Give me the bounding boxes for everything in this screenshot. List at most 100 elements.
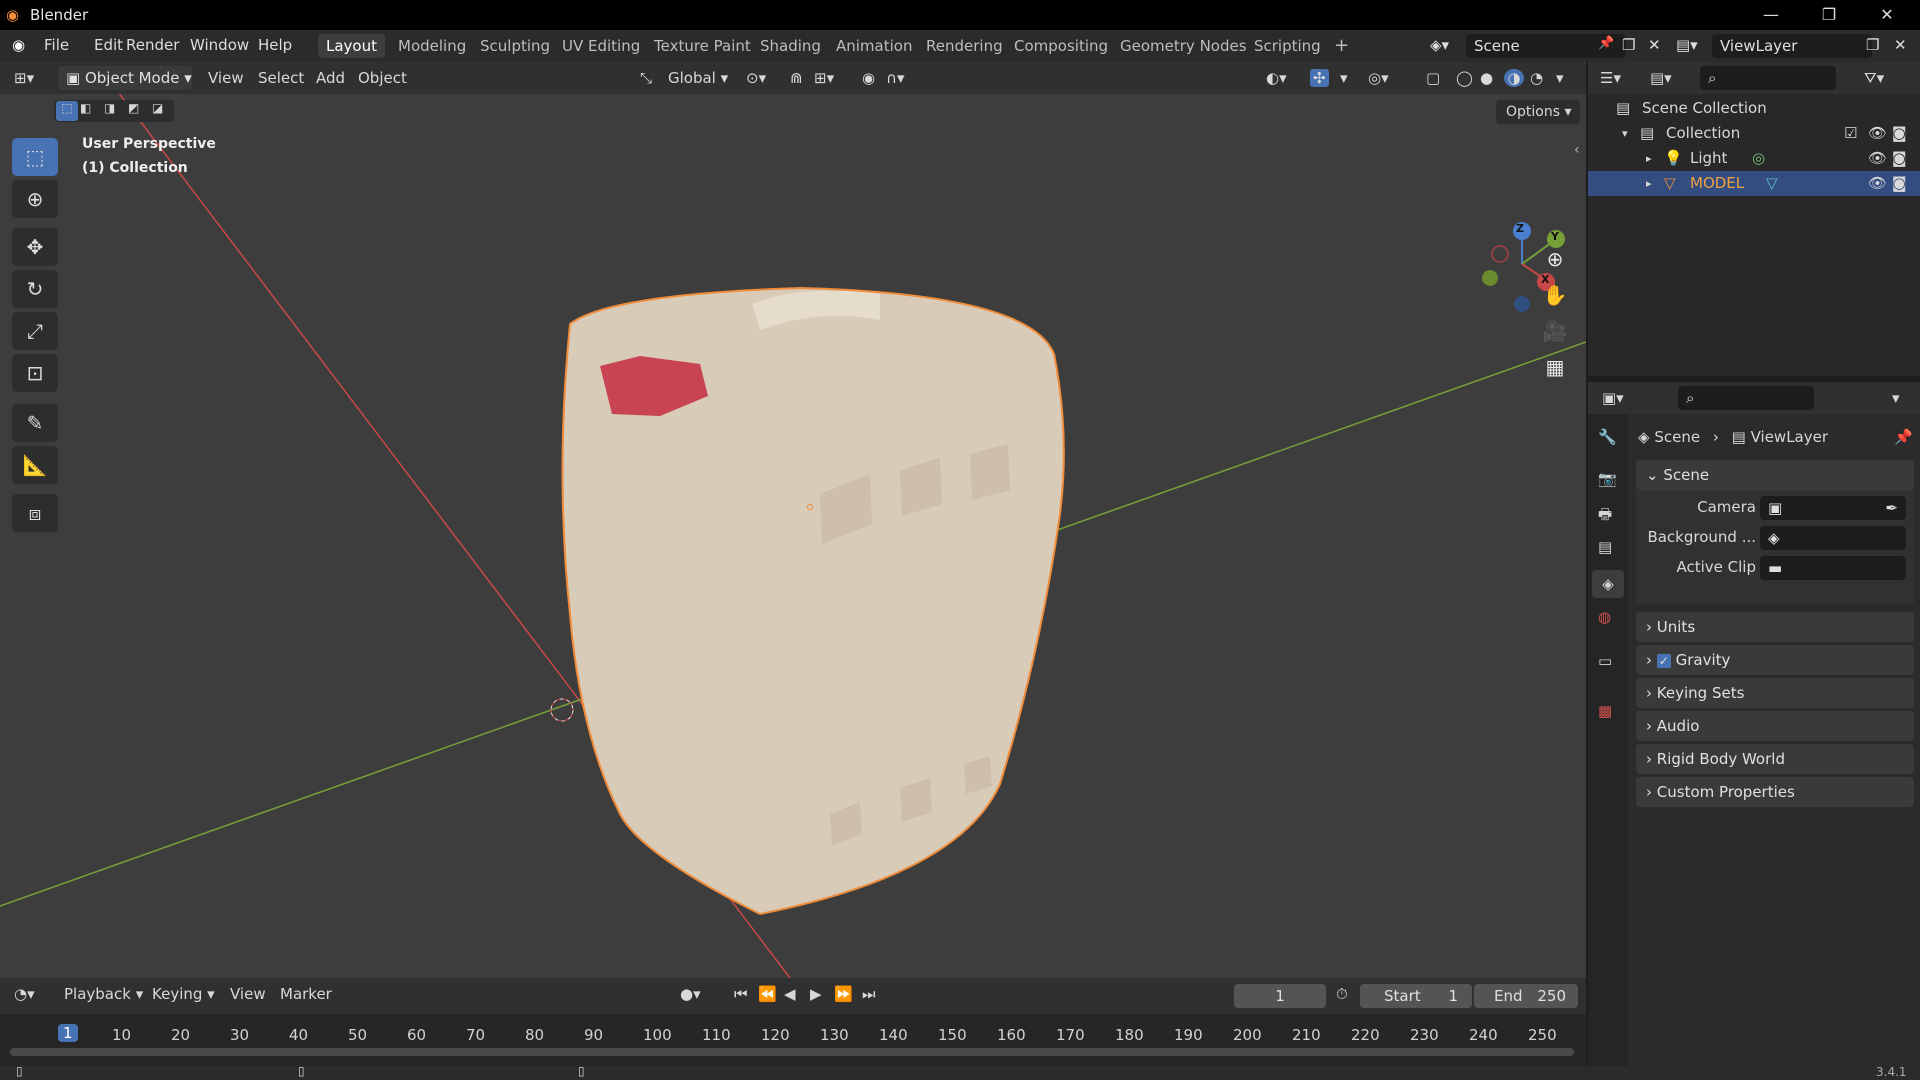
gravity-checkbox[interactable]: ✓ xyxy=(1656,654,1671,668)
new-scene-icon[interactable]: ❐ xyxy=(1622,36,1635,54)
eyedropper-icon[interactable]: ✒ xyxy=(1885,496,1898,520)
select-extend-icon[interactable]: ◧ xyxy=(80,101,91,115)
jump-keyframe-forward-icon[interactable]: ⏩ xyxy=(834,985,853,1003)
view-layer-tab-icon[interactable]: ▤ xyxy=(1598,538,1612,556)
overlays-icon[interactable]: ◎▾ xyxy=(1368,69,1389,87)
outliner-row-collection[interactable]: ▾ ▤ Collection ☑ 👁 ◙ xyxy=(1588,121,1920,146)
preview-range-icon[interactable]: ⏱ xyxy=(1336,985,1348,1003)
snap-icon[interactable]: ⋒ xyxy=(790,69,803,87)
render-camera-icon[interactable]: ◙ xyxy=(1892,121,1907,146)
cursor-tool-icon[interactable]: ⊕ xyxy=(12,180,58,218)
camera-view-icon[interactable]: 🎥 xyxy=(1538,314,1572,348)
gizmo-z-label[interactable]: Z xyxy=(1516,222,1524,235)
end-frame-field[interactable]: End 250 xyxy=(1474,984,1578,1008)
auto-keying-icon[interactable]: ●▾ xyxy=(680,985,701,1003)
menu-edit[interactable]: Edit xyxy=(94,36,123,54)
timeline-scrollbar[interactable] xyxy=(10,1048,1574,1056)
minimize-button[interactable]: — xyxy=(1742,0,1800,30)
xray-icon[interactable]: ▢ xyxy=(1426,69,1440,87)
properties-search-input[interactable]: ⌕ xyxy=(1678,386,1814,410)
panel-rigid-body-world[interactable]: › Rigid Body World xyxy=(1636,744,1914,774)
active-clip-field[interactable]: ▬ xyxy=(1760,556,1906,580)
move-tool-icon[interactable]: ✥ xyxy=(12,228,58,266)
display-mode-icon[interactable]: ▤▾ xyxy=(1650,69,1672,87)
tab-rendering[interactable]: Rendering xyxy=(918,34,1011,58)
panel-custom-properties[interactable]: › Custom Properties xyxy=(1636,777,1914,807)
mode-dropdown[interactable]: ▣ Object Mode ▾ xyxy=(58,66,192,90)
menu-marker[interactable]: Marker xyxy=(280,985,332,1003)
filter-icon[interactable]: ⛛▾ xyxy=(1864,69,1884,87)
outliner-editor-type-icon[interactable]: ☰▾ xyxy=(1600,69,1621,87)
menu-keying[interactable]: Keying ▾ xyxy=(152,985,215,1003)
menu-help[interactable]: Help xyxy=(258,36,292,54)
tab-animation[interactable]: Animation xyxy=(828,34,920,58)
select-subtract-icon[interactable]: ◨ xyxy=(104,101,115,115)
pivot-point-icon[interactable]: ⊙▾ xyxy=(746,69,766,87)
scale-tool-icon[interactable]: ⤢ xyxy=(12,312,58,350)
select-box-tool-icon[interactable]: ⬚ xyxy=(12,138,58,176)
timeline-editor-type-icon[interactable]: ◔▾ xyxy=(14,985,35,1003)
menu-render[interactable]: Render xyxy=(126,36,179,54)
expand-arrow-icon[interactable]: ▸ xyxy=(1646,146,1652,171)
collection-tab-icon[interactable]: ▭ xyxy=(1598,652,1612,670)
add-cube-tool-icon[interactable]: ⧈ xyxy=(12,494,58,532)
properties-editor-type-icon[interactable]: ▣▾ xyxy=(1602,389,1624,407)
falloff-icon[interactable]: ∩▾ xyxy=(886,69,905,87)
tab-scripting[interactable]: Scripting xyxy=(1246,34,1329,58)
camera-field[interactable]: ▣ ✒ xyxy=(1760,496,1906,520)
select-invert-icon[interactable]: ◩ xyxy=(128,101,139,115)
render-camera-icon[interactable]: ◙ xyxy=(1892,171,1907,196)
menu-select[interactable]: Select xyxy=(258,69,304,87)
snap-target-icon[interactable]: ⊞▾ xyxy=(814,69,834,87)
menu-playback[interactable]: Playback ▾ xyxy=(64,985,143,1003)
editor-type-icon[interactable]: ⊞▾ xyxy=(14,69,34,87)
outliner-search-input[interactable]: ⌕ xyxy=(1700,66,1836,90)
viewlayer-field[interactable]: ViewLayer xyxy=(1712,34,1872,58)
outliner-row-light[interactable]: ▸ 💡 Light ◎ 👁 ◙ xyxy=(1588,146,1920,171)
menu-view[interactable]: View xyxy=(208,69,244,87)
timeline-current-frame-marker[interactable]: 1 xyxy=(58,1024,78,1042)
tab-shading[interactable]: Shading xyxy=(752,34,829,58)
options-dropdown[interactable]: Options ▾ xyxy=(1496,100,1580,124)
panel-units[interactable]: › Units xyxy=(1636,612,1914,642)
material-preview-shading-icon[interactable]: ◑ xyxy=(1504,69,1524,87)
menu-object[interactable]: Object xyxy=(358,69,407,87)
menu-window[interactable]: Window xyxy=(190,36,249,54)
menu-add[interactable]: Add xyxy=(316,69,345,87)
select-box-mode-icon[interactable]: ⬚ xyxy=(56,101,78,121)
tab-sculpting[interactable]: Sculpting xyxy=(472,34,558,58)
outliner-row-model[interactable]: ▸ ▽ MODEL ▽ 👁 ◙ xyxy=(1588,171,1920,196)
rendered-shading-icon[interactable]: ◔ xyxy=(1530,69,1543,87)
3d-viewport[interactable]: Z Y X User Perspective (1) Collection ⬚ … xyxy=(0,94,1586,978)
solid-shading-icon[interactable]: ● xyxy=(1480,69,1493,87)
pin-icon[interactable]: 📌 xyxy=(1894,428,1913,446)
panel-gravity[interactable]: › ✓ Gravity xyxy=(1636,645,1914,675)
render-camera-icon[interactable]: ◙ xyxy=(1892,146,1907,171)
jump-start-icon[interactable]: ⏮ xyxy=(734,985,748,1003)
play-reverse-icon[interactable]: ◀ xyxy=(784,985,796,1003)
visibility-icon[interactable]: ◐▾ xyxy=(1266,69,1287,87)
new-viewlayer-icon[interactable]: ❐ xyxy=(1866,36,1879,54)
proportional-edit-icon[interactable]: ◉ xyxy=(862,69,875,87)
sidebar-toggle-icon[interactable]: ‹ xyxy=(1574,142,1580,158)
play-icon[interactable]: ▶ xyxy=(810,985,822,1003)
gizmo-dropdown-icon[interactable]: ▾ xyxy=(1340,69,1348,87)
select-intersect-icon[interactable]: ◪ xyxy=(152,101,163,115)
render-tab-icon[interactable]: 📷 xyxy=(1598,470,1617,488)
viewlayer-selector-icon[interactable]: ▤▾ xyxy=(1676,36,1698,54)
menu-file[interactable]: File xyxy=(44,36,69,54)
menu-timeline-view[interactable]: View xyxy=(230,985,266,1003)
close-button[interactable]: ✕ xyxy=(1858,0,1916,30)
jump-end-icon[interactable]: ⏭ xyxy=(862,985,876,1003)
gizmo-toggle-icon[interactable]: ✣ xyxy=(1310,69,1329,87)
rotate-tool-icon[interactable]: ↻ xyxy=(12,270,58,308)
shading-options-icon[interactable]: ▾ xyxy=(1556,69,1564,87)
add-workspace-button[interactable]: + xyxy=(1326,34,1357,58)
zoom-icon[interactable]: ⊕ xyxy=(1538,242,1572,276)
output-tab-icon[interactable]: 🖶 xyxy=(1598,504,1612,529)
properties-options-icon[interactable]: ▾ xyxy=(1892,389,1900,407)
exclude-checkbox-icon[interactable]: ☑ xyxy=(1844,121,1857,146)
scene-panel-header[interactable]: ⌄ Scene xyxy=(1636,460,1914,490)
blender-menu-icon[interactable]: ◉ xyxy=(12,36,25,54)
tool-tab-icon[interactable]: 🔧 xyxy=(1598,428,1617,446)
